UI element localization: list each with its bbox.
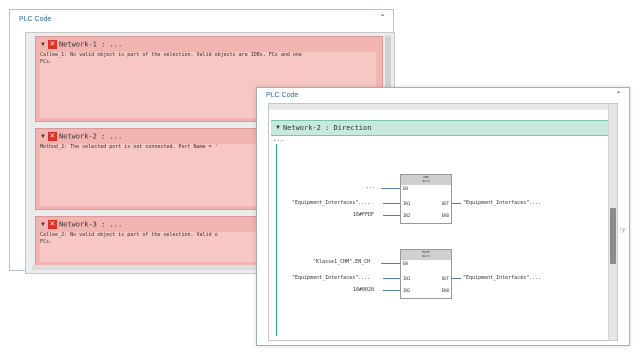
editor-toolbar-strip — [269, 104, 617, 110]
pin-in2: IN2 — [403, 213, 411, 218]
network-header[interactable]: ▼ ✕ Network-1 : ... — [40, 40, 122, 51]
network-header[interactable]: ▼ ✕ Network-2 : ... — [40, 132, 122, 143]
wire-in1 — [383, 203, 400, 204]
in1-signal: "Equipment_Interfaces".... — [292, 200, 371, 206]
triangle-down-icon[interactable]: ▼ — [40, 42, 46, 48]
network-title: Network-2 : ... — [58, 132, 123, 141]
pin-in1: IN1 — [403, 201, 411, 206]
network-title: Network-3 : ... — [58, 220, 123, 229]
error-x-icon: ✕ — [47, 132, 57, 141]
pin-en: EN — [403, 186, 408, 191]
wire-in2 — [383, 290, 400, 291]
en-signal: ... — [366, 184, 376, 190]
wire-in1 — [383, 278, 400, 279]
vertical-scrollbar[interactable] — [608, 104, 617, 340]
pin-in1: IN1 — [403, 276, 411, 281]
pin-eno: ENO — [441, 213, 449, 218]
block-header: AND Word — [401, 175, 451, 185]
power-rail — [276, 144, 277, 336]
wire-in2 — [383, 215, 400, 216]
pin-out: OUT — [441, 201, 449, 206]
network-header[interactable]: ▼ Network-2 : Direction — [271, 120, 615, 136]
plc-code-panel-front: PLC Code ⌃ ▼ Network-2 : Direction ... AN… — [256, 87, 630, 346]
panel-title: PLC Code — [19, 16, 52, 23]
pin-en: EN — [403, 261, 408, 266]
out-signal: "Equipment_Interfaces".... — [463, 275, 542, 281]
network-title: Network-2 : Direction — [282, 124, 372, 132]
pin-eno: ENO — [441, 288, 449, 293]
in2-signal: 16#0020 — [353, 287, 375, 293]
network-header[interactable]: ▼ ✕ Network-3 : ... — [40, 220, 122, 231]
in2-signal: 16#FFDF — [353, 212, 375, 218]
network-editor: ▼ Network-2 : Direction ... AND Word EN I… — [268, 103, 618, 341]
panel-title: PLC Code — [266, 92, 299, 99]
pin-in2: IN2 — [403, 288, 411, 293]
chevron-up-icon[interactable]: ⌃ — [615, 91, 622, 99]
pin-out: OUT — [441, 276, 449, 281]
network-title: Network-1 : ... — [58, 40, 123, 49]
triangle-down-icon[interactable]: ▼ — [40, 222, 46, 228]
triangle-down-icon[interactable]: ▼ — [275, 121, 281, 135]
wire-out — [451, 203, 461, 204]
network-comment: ... — [273, 136, 284, 143]
scrollbar-thumb[interactable] — [610, 208, 616, 264]
chevron-up-icon[interactable]: ⌃ — [379, 14, 386, 22]
out-signal: "Equipment_Interfaces".... — [463, 200, 542, 206]
block-header: MOVE Word — [401, 250, 451, 260]
wire-out — [451, 278, 461, 279]
triangle-down-icon[interactable]: ▼ — [40, 134, 46, 140]
error-x-icon: ✕ — [47, 40, 57, 49]
mouse-pointer-icon: ☞ — [619, 225, 628, 235]
in1-signal: "Equipment_Interfaces".... — [292, 275, 371, 281]
wire-en — [381, 263, 400, 264]
wire-en — [381, 188, 400, 189]
function-block-move-word[interactable]: MOVE Word EN IN1 IN2 OUT ENO — [400, 249, 452, 299]
function-block-and-word[interactable]: AND Word EN IN1 IN2 OUT ENO — [400, 174, 452, 224]
en-signal: "Klasse1_CHM".EN_CH — [313, 259, 371, 265]
error-x-icon: ✕ — [47, 220, 57, 229]
